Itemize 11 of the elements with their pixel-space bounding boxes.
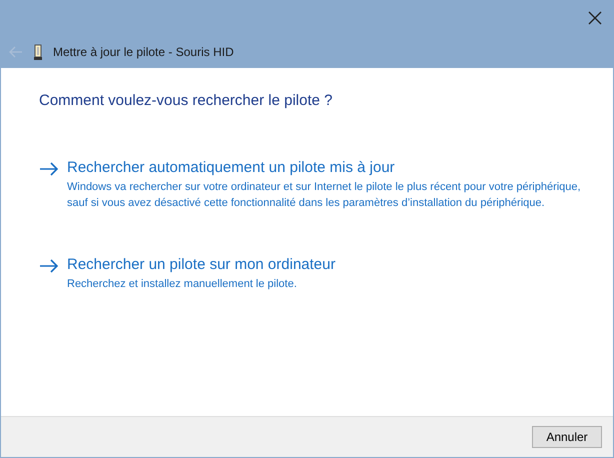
- arrow-icon: [39, 259, 59, 273]
- window-title: Mettre à jour le pilote - Souris HID: [53, 45, 234, 59]
- option-link[interactable]: Rechercher un pilote sur mon ordinateur: [67, 255, 587, 275]
- cancel-button[interactable]: Annuler: [532, 426, 602, 448]
- close-icon[interactable]: [588, 11, 602, 25]
- option-description: Windows va rechercher sur votre ordinateur et sur Internet le pilote le plus récent pour votre périphérique, sauf si vous avez désactivé cette fonctionnalité dans les paramètres d’installation du périphérique.: [67, 180, 582, 211]
- arrow-icon: [39, 162, 59, 176]
- device-icon: [33, 44, 43, 60]
- page-heading: Comment voulez-vous rechercher le pilote ?: [39, 92, 334, 109]
- option-link[interactable]: Rechercher automatiquement un pilote mis à jour: [67, 158, 587, 178]
- option-description: Recherchez et installez manuellement le pilote.: [67, 277, 298, 292]
